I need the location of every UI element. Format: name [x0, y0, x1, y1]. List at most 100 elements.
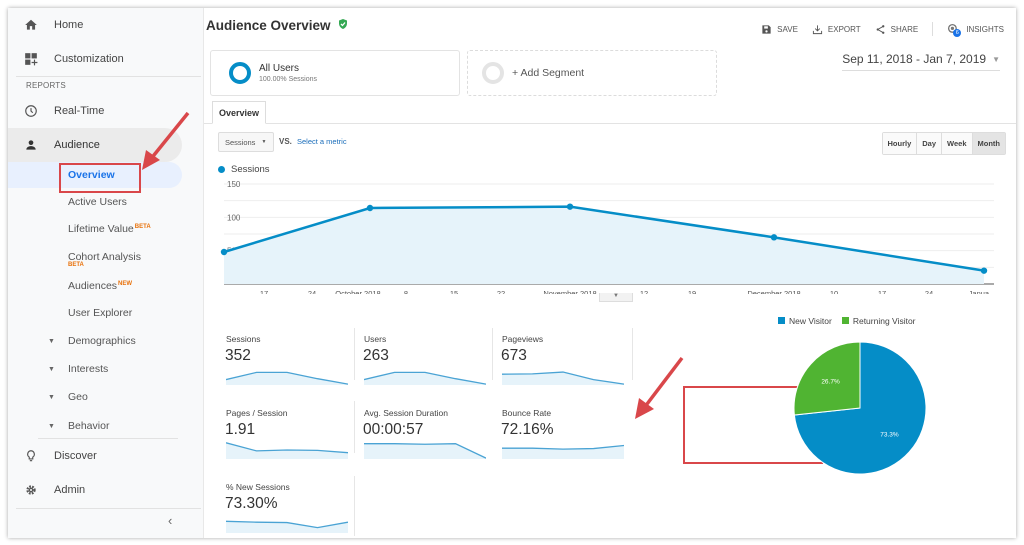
save-button[interactable]: SAVE	[761, 24, 798, 35]
granularity-day[interactable]: Day	[917, 133, 943, 154]
sidebar-item-interests[interactable]: ▼ Interests	[48, 363, 108, 375]
page-title-text: Audience Overview	[206, 18, 331, 33]
sidebar-item-active-users[interactable]: Active Users	[68, 196, 127, 208]
x-tick-label: 10	[830, 289, 838, 294]
home-icon	[8, 18, 54, 32]
sidebar-label: Audiences	[68, 280, 118, 292]
x-tick-label: October 2018	[335, 289, 380, 294]
metric-tile[interactable]: % New Sessions 73.30%	[212, 474, 348, 538]
legend-label: New Visitor	[789, 316, 832, 326]
legend-label: Returning Visitor	[852, 316, 916, 326]
divider	[354, 328, 355, 380]
sparkline	[226, 442, 348, 459]
metric-tile[interactable]: Users 263	[350, 326, 486, 396]
chevron-down-icon: ▼	[261, 139, 267, 145]
select-metric-link[interactable]: Select a metric	[297, 137, 347, 146]
metric-value: 72.16%	[501, 421, 554, 438]
metric-label: Users	[364, 334, 387, 344]
y-tick-label: 150	[227, 180, 241, 189]
sparkline-fill	[364, 443, 486, 459]
x-tick-label: 22	[497, 289, 505, 294]
metric-select-dropdown[interactable]: Sessions ▼	[218, 132, 274, 152]
legend-swatch	[778, 317, 785, 324]
divider	[354, 476, 355, 536]
date-range-picker[interactable]: Sep 11, 2018 - Jan 7, 2019 ▼	[842, 52, 1000, 71]
new-badge: NEW	[118, 280, 133, 287]
metric-tile[interactable]: Avg. Session Duration 00:00:57	[350, 400, 486, 470]
sparkline	[364, 371, 486, 385]
sidebar-item-geo[interactable]: ▼ Geo	[48, 391, 88, 403]
empty-segment-ring-icon	[482, 62, 504, 84]
sidebar-item-discover[interactable]: Discover	[8, 439, 204, 473]
divider	[16, 76, 201, 77]
segment-ring-icon	[229, 62, 251, 84]
share-button[interactable]: SHARE	[875, 24, 918, 35]
sidebar-item-audiences[interactable]: AudiencesNEW	[68, 280, 132, 292]
pie-legend: New Visitor Returning Visitor	[778, 316, 916, 326]
x-tick-label: 19	[688, 289, 696, 294]
sidebar-label: Geo	[68, 391, 88, 403]
granularity-week[interactable]: Week	[942, 133, 973, 154]
sidebar-item-admin[interactable]: Admin	[8, 473, 204, 507]
pie-slice-label: 73.3%	[880, 431, 899, 438]
sidebar-item-home[interactable]: Home	[8, 8, 204, 42]
add-segment-button[interactable]: + Add Segment	[467, 50, 717, 96]
collapse-sidebar-button[interactable]: ‹	[168, 513, 172, 528]
data-point	[366, 204, 374, 212]
metric-tile[interactable]: Pageviews 673	[488, 326, 624, 396]
metric-value: 263	[363, 347, 389, 364]
export-button[interactable]: EXPORT	[812, 24, 861, 35]
sidebar-item-lifetime-value[interactable]: Lifetime ValueBETA	[68, 223, 151, 235]
segment-title: All Users	[259, 63, 300, 74]
expand-triangle-icon: ▼	[48, 422, 55, 430]
highlight-box-overview	[59, 163, 141, 193]
metric-value: 1.91	[225, 421, 256, 438]
y-tick-label: 100	[227, 213, 241, 222]
sidebar-label: Admin	[54, 484, 86, 496]
export-icon	[812, 24, 822, 34]
sparkline	[502, 444, 624, 459]
sidebar-label: Home	[54, 19, 84, 31]
data-point	[566, 203, 574, 210]
toolbar: SAVE EXPORT SHARE 6 INSIGHTS	[761, 22, 1004, 37]
insights-button[interactable]: 6 INSIGHTS	[947, 23, 1004, 37]
granularity-month[interactable]: Month	[972, 133, 1005, 154]
metric-tile[interactable]: Pages / Session 1.91	[212, 400, 348, 470]
sidebar-item-customization[interactable]: Customization	[8, 42, 204, 76]
expand-triangle-icon: ▼	[48, 337, 55, 345]
metric-tile[interactable]: Sessions 352	[212, 326, 348, 396]
sparkline-fill	[364, 372, 486, 385]
x-tick-label: 15	[450, 289, 458, 294]
sidebar-label: Discover	[54, 450, 97, 462]
x-tick-label: 8	[404, 289, 408, 294]
legend-swatch	[841, 317, 849, 324]
sparkline	[502, 371, 624, 385]
chart-resize-handle[interactable]: ▼	[599, 293, 633, 302]
divider	[354, 401, 355, 453]
tab-overview[interactable]: Overview	[212, 101, 267, 124]
person-icon	[8, 138, 54, 152]
legend-label-sessions: Sessions	[231, 164, 270, 175]
sidebar-item-demographics[interactable]: ▼ Demographics	[48, 335, 136, 347]
granularity-hourly[interactable]: Hourly	[882, 133, 918, 154]
sidebar-label: Demographics	[68, 335, 136, 347]
sidebar-item-user-explorer[interactable]: User Explorer	[68, 307, 132, 319]
clock-icon	[8, 104, 54, 118]
beta-badge: BETA	[134, 223, 151, 230]
metric-value: 352	[225, 347, 251, 364]
sparkline	[364, 443, 486, 459]
vs-label: VS.	[279, 137, 292, 146]
sessions-line-chart: 150100501724October 201881522November 20…	[220, 180, 995, 294]
save-label: SAVE	[777, 24, 798, 34]
sidebar-label: Real-Time	[54, 105, 105, 117]
insights-icon: 6	[947, 23, 962, 37]
sidebar-label: Behavior	[68, 420, 110, 432]
dashboard-add-icon	[8, 52, 54, 66]
sidebar-item-behavior[interactable]: ▼ Behavior	[48, 420, 109, 432]
data-point	[980, 267, 988, 274]
gear-icon	[8, 483, 54, 497]
metric-tile[interactable]: Bounce Rate 72.16%	[488, 400, 624, 470]
sidebar-label: Audience	[54, 139, 100, 151]
legend-new-visitor: New Visitor	[778, 316, 832, 326]
segment-all-users[interactable]: All Users 100.00% Sessions	[210, 50, 460, 96]
